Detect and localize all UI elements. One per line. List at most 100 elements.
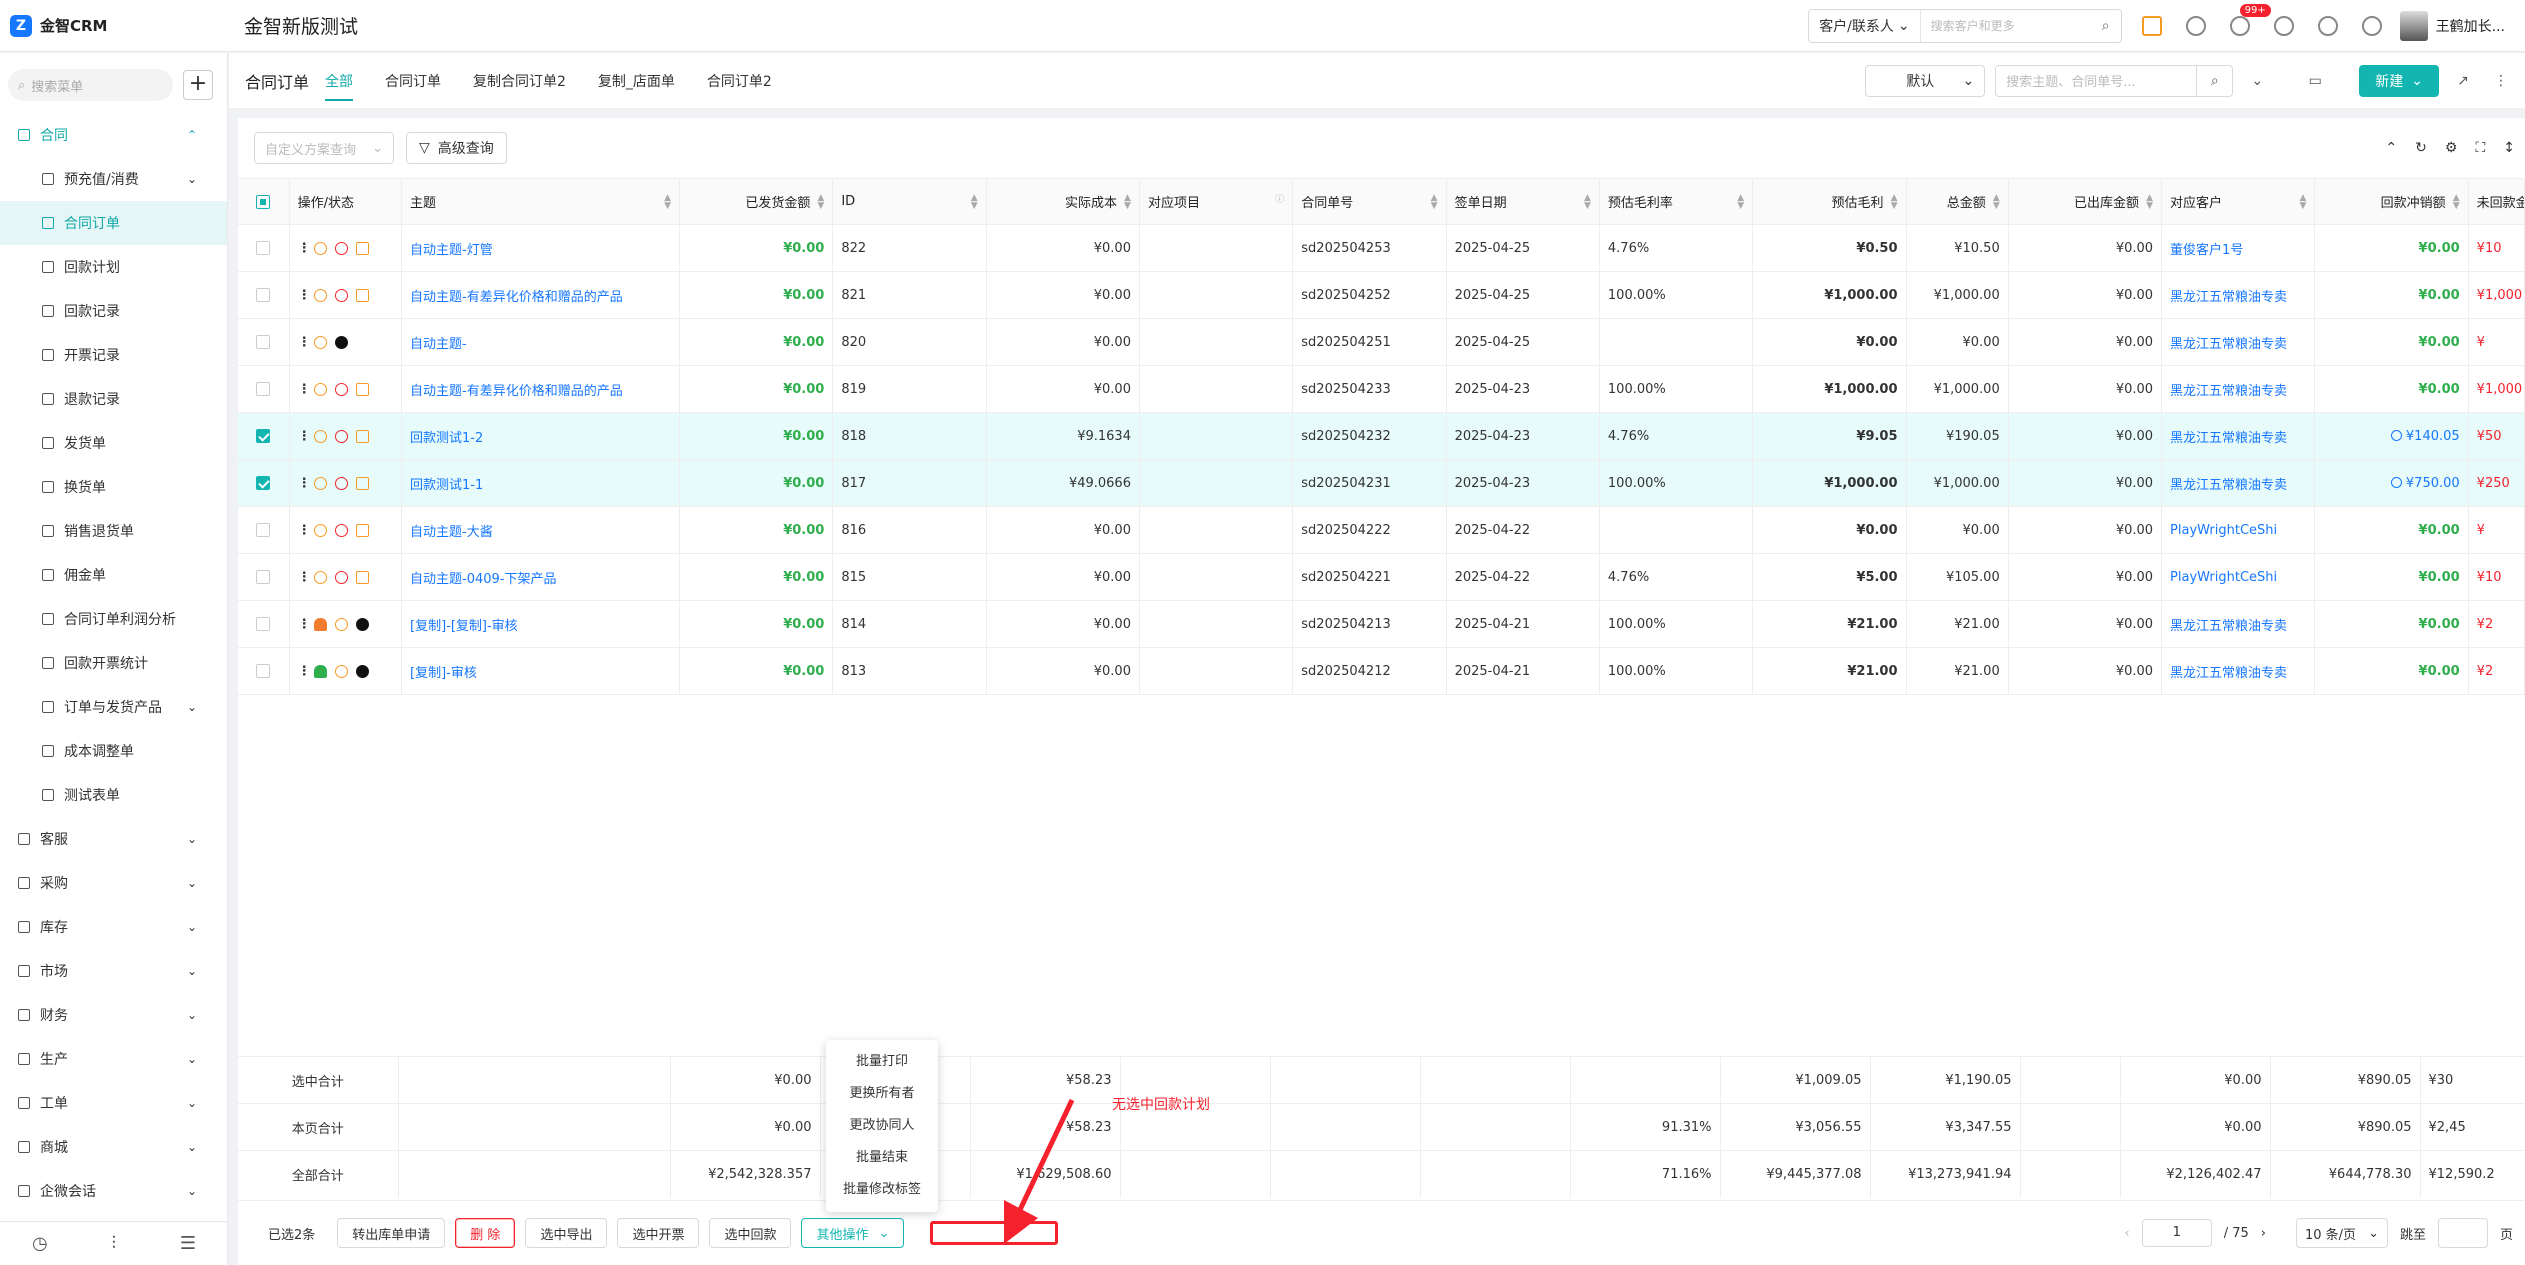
alert-circle-icon[interactable] (334, 570, 348, 584)
tab-copy-store-order[interactable]: 复制_店面单 (598, 53, 675, 109)
more-vertical-icon[interactable]: ⋮ (298, 523, 311, 538)
sidebar-item-3[interactable]: 回款计划 (0, 245, 227, 289)
app-logo[interactable]: Z 金智CRM (0, 14, 228, 37)
sidebar-item-12[interactable]: 回款开票统计 (0, 641, 227, 685)
row-checkbox[interactable] (256, 476, 271, 490)
column-header-out-amount[interactable]: 已出库金额 ▲ ▼ (2008, 178, 2163, 225)
more-vertical-icon[interactable]: ⋮ (298, 288, 311, 303)
sort-icon[interactable]: ▲ ▼ (1431, 194, 1438, 211)
sidebar-item-9[interactable]: 销售退货单 (0, 509, 227, 553)
gear-icon[interactable] (2273, 15, 2294, 36)
sidebar-item-16[interactable]: 客服 ⌄ (0, 817, 227, 861)
table-row[interactable]: ⋮ 自动主题-灯管 ¥0.00 822 ¥0.00 sd202504253 2025-04-… (238, 224, 2525, 272)
cell-text[interactable]: 黑龙江五常粮油专卖 (2170, 619, 2287, 634)
cell-text[interactable]: 黑龙江五常粮油专卖 (2170, 384, 2287, 399)
dropdown-item-change-collaborator[interactable]: 更改协同人 (826, 1110, 938, 1142)
table-row[interactable]: ⋮ [复制]-[复制]-审核 ¥0.00 814 ¥0.00 sd202504213 202… (238, 600, 2525, 648)
cell-text[interactable]: 自动主题-灯管 (410, 243, 493, 258)
row-checkbox[interactable] (256, 335, 271, 349)
more-vertical-icon[interactable]: ⋮ (298, 664, 311, 679)
help-icon[interactable]: ⓘ (1275, 196, 1284, 205)
dropdown-item-batch-end[interactable]: 批量结束 (826, 1142, 938, 1174)
row-checkbox[interactable] (256, 241, 271, 255)
row-checkbox[interactable] (256, 288, 271, 302)
sidebar-item-8[interactable]: 换货单 (0, 465, 227, 509)
close-circle-icon[interactable] (355, 617, 369, 631)
sidebar-item-2[interactable]: 合同订单 (0, 201, 227, 245)
column-header-shipped[interactable]: 已发货金额 ▲ ▼ (679, 178, 834, 225)
add-menu-button[interactable]: + (183, 70, 213, 100)
sidebar-item-21[interactable]: 生产 ⌄ (0, 1037, 227, 1081)
more-vertical-icon[interactable]: ⋮ (2487, 67, 2515, 95)
page-size-select[interactable]: 10 条/页 ⌄ (2295, 1218, 2388, 1248)
play-circle-icon[interactable] (313, 335, 327, 349)
column-header-id[interactable]: ID ▲ ▼ (832, 178, 987, 225)
cell-text[interactable]: 回款测试1-2 (410, 431, 483, 446)
jump-page-input[interactable] (2437, 1218, 2488, 1248)
more-vertical-icon[interactable]: ⋮ (298, 476, 311, 491)
expand-vertical-icon[interactable]: ↕ (2503, 140, 2515, 156)
shield-icon[interactable] (2361, 15, 2382, 36)
global-search-input[interactable]: 搜索客户和更多 (1921, 17, 2091, 34)
alert-circle-icon[interactable] (334, 382, 348, 396)
sidebar-item-18[interactable]: 库存 ⌄ (0, 905, 227, 949)
alert-circle-icon[interactable] (334, 288, 348, 302)
dropdown-item-batch-tags[interactable]: 批量修改标签 (826, 1174, 938, 1206)
history-icon[interactable]: ◷ (32, 1233, 48, 1254)
person-icon[interactable] (313, 664, 327, 678)
tab-contract-order-2[interactable]: 合同订单2 (707, 53, 772, 109)
column-header-contract-no[interactable]: 合同单号 ▲ ▼ (1292, 178, 1447, 225)
user-menu[interactable]: 王鹤加长... (2399, 10, 2505, 41)
column-header-profit[interactable]: 预估毛利 ▲ ▼ (1752, 178, 1907, 225)
sort-icon[interactable]: ▲ ▼ (2146, 194, 2153, 211)
new-button[interactable]: 新建 ⌄ (2359, 64, 2439, 97)
document-icon[interactable] (355, 476, 369, 490)
settings-sliders-icon[interactable]: ⫶ (112, 1233, 117, 1254)
advanced-query-button[interactable]: ▽ 高级查询 (406, 132, 507, 164)
sidebar-item-15[interactable]: 测试表单 (0, 773, 227, 817)
search-icon[interactable]: ⌕ (2196, 65, 2232, 96)
sidebar-item-5[interactable]: 开票记录 (0, 333, 227, 377)
tab-all[interactable]: 全部 (325, 53, 354, 109)
dropdown-item-change-owner[interactable]: 更换所有者 (826, 1078, 938, 1110)
cell-text[interactable]: 自动主题-0409-下架产品 (410, 572, 556, 587)
table-row[interactable]: ⋮ [复制]-审核 ¥0.00 813 ¥0.00 sd202504212 2025-04-… (238, 647, 2525, 695)
document-icon[interactable] (355, 523, 369, 537)
column-header-date[interactable]: 签单日期 ▲ ▼ (1446, 178, 1600, 225)
sort-icon[interactable]: ▲ ▼ (971, 194, 978, 211)
row-checkbox[interactable] (256, 523, 271, 537)
alert-circle-icon[interactable] (334, 476, 348, 490)
more-vertical-icon[interactable]: ⋮ (298, 429, 311, 444)
dropdown-item-batch-print[interactable]: 批量打印 (826, 1046, 938, 1078)
sidebar-item-4[interactable]: 回款记录 (0, 289, 227, 333)
cell-text[interactable]: 黑龙江五常粮油专卖 (2170, 337, 2287, 352)
prev-page-icon[interactable]: ‹ (2125, 1226, 2130, 1241)
contacts-icon[interactable] (2185, 15, 2206, 36)
cell-text[interactable]: [复制]-[复制]-审核 (410, 619, 518, 634)
cell-text[interactable]: 自动主题-有差异化价格和赠品的产品 (410, 384, 623, 399)
sort-icon[interactable]: ▲ ▼ (2299, 194, 2306, 211)
sort-icon[interactable]: ▲ ▼ (1584, 194, 1591, 211)
sidebar-item-22[interactable]: 工单 ⌄ (0, 1081, 227, 1125)
fullscreen-icon[interactable]: ⛶ (2475, 140, 2485, 156)
export-icon[interactable]: ↗ (2449, 67, 2477, 95)
export-selected-button[interactable]: 选中导出 (525, 1218, 608, 1248)
cell-text[interactable]: PlayWrightCeShi (2170, 570, 2277, 585)
sort-icon[interactable]: ▲ ▼ (2453, 194, 2460, 211)
document-icon[interactable] (355, 288, 369, 302)
column-header-total[interactable]: 总金额 ▲ ▼ (1906, 178, 2009, 225)
table-row[interactable]: ⋮ 自动主题-有差异化价格和赠品的产品 ¥0.00 821 ¥0.00 sd2025042… (238, 271, 2525, 319)
sidebar-item-1[interactable]: 预充值/消费 ⌄ (0, 157, 227, 201)
gear-icon[interactable]: ⚙ (2445, 140, 2458, 156)
row-checkbox[interactable] (256, 570, 271, 584)
tab-contract-order[interactable]: 合同订单 (385, 53, 441, 109)
tab-copy-contract-order-2[interactable]: 复制合同订单2 (473, 53, 566, 109)
search-icon[interactable]: ⌕ (2091, 18, 2121, 34)
column-header-subject[interactable]: 主题 ▲ ▼ (401, 178, 681, 225)
table-row[interactable]: ⋮ 回款测试1-1 ¥0.00 817 ¥49.0666 sd202504231 2025-… (238, 459, 2525, 507)
chart-icon[interactable] (2317, 15, 2338, 36)
sidebar-item-0[interactable]: 合同 ⌃ (0, 113, 227, 157)
table-row[interactable]: ⋮ 自动主题-0409-下架产品 ¥0.00 815 ¥0.00 sd202504221 2… (238, 553, 2525, 601)
document-icon[interactable] (355, 429, 369, 443)
row-checkbox[interactable] (256, 617, 271, 631)
